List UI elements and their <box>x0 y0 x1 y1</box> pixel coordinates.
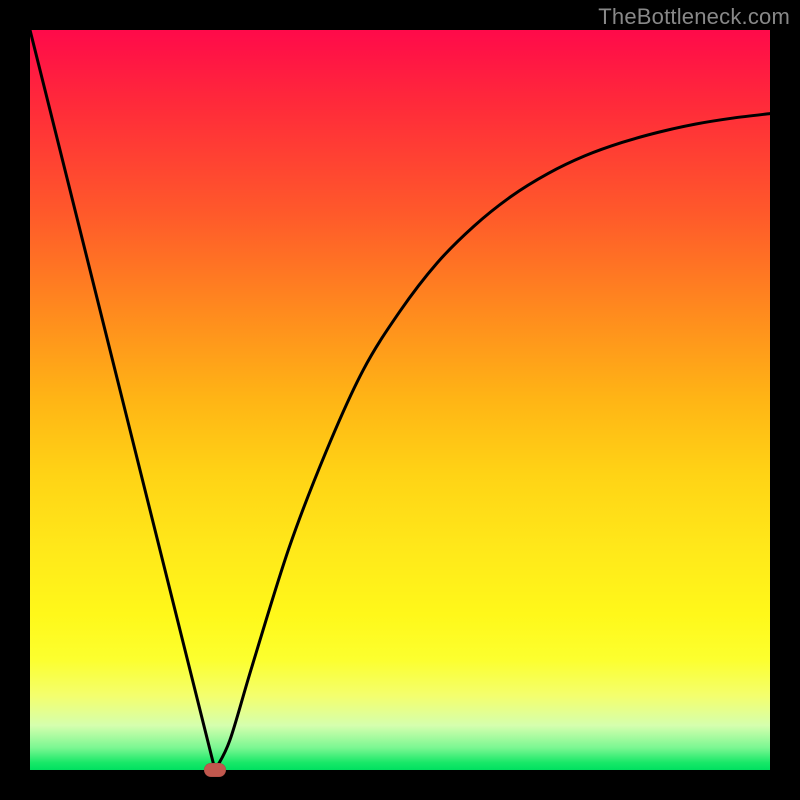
bottleneck-curve <box>30 30 770 770</box>
optimum-marker <box>204 763 226 777</box>
curve-path <box>30 30 770 770</box>
chart-frame: TheBottleneck.com <box>0 0 800 800</box>
plot-area <box>30 30 770 770</box>
watermark-text: TheBottleneck.com <box>598 4 790 30</box>
